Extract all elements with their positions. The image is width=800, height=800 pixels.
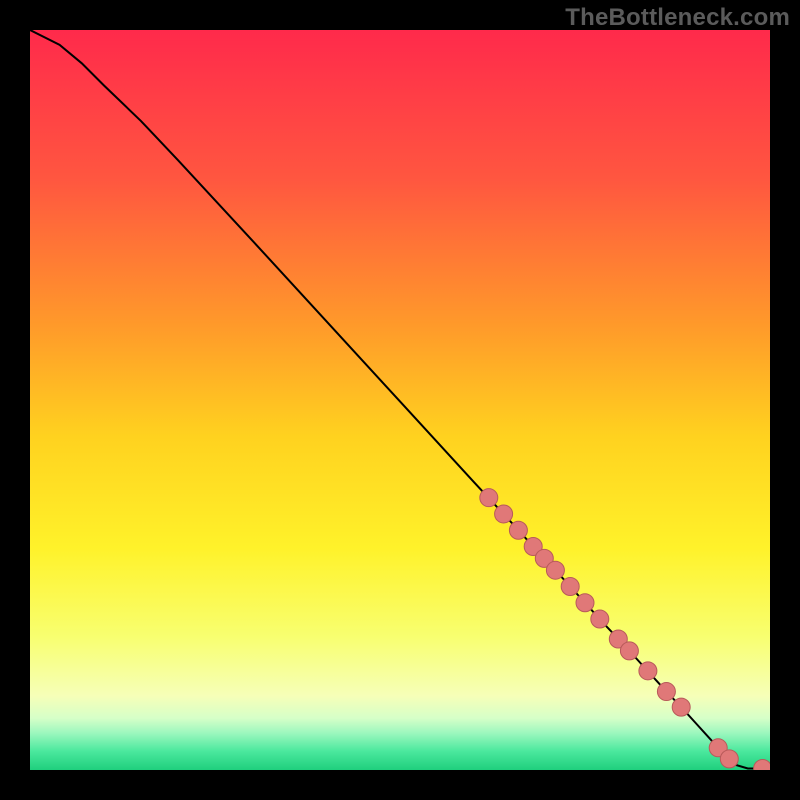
- data-point: [639, 662, 657, 680]
- data-point: [620, 642, 638, 660]
- data-point: [657, 683, 675, 701]
- data-point: [591, 610, 609, 628]
- plot-area: [30, 30, 770, 770]
- data-point: [576, 594, 594, 612]
- data-point: [546, 561, 564, 579]
- watermark-text: TheBottleneck.com: [565, 4, 790, 32]
- data-point: [561, 577, 579, 595]
- data-point: [509, 521, 527, 539]
- data-point: [720, 750, 738, 768]
- gradient-background: [30, 30, 770, 770]
- chart-frame: TheBottleneck.com: [0, 0, 800, 800]
- data-point: [480, 489, 498, 507]
- data-point: [495, 505, 513, 523]
- data-point: [672, 698, 690, 716]
- chart-svg: [30, 30, 770, 770]
